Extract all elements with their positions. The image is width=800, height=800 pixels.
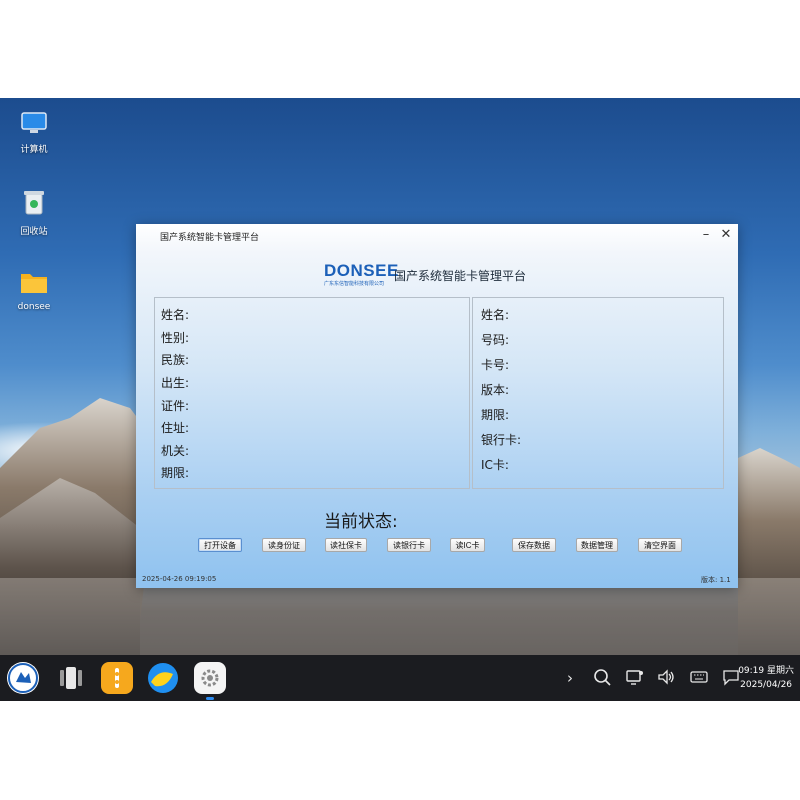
browser-button[interactable] [147,662,179,694]
card-field-version: 版本: [481,383,510,397]
desktop-icon-donsee[interactable]: donsee [4,270,64,312]
file-manager-icon [115,668,119,688]
id-field-name: 姓名: [161,308,190,322]
timestamp: 2025-04-26 09:19:05 [142,575,217,583]
id-field-validity: 期限: [161,466,190,480]
folder-icon [21,274,47,293]
open-device-button[interactable]: 打开设备 [198,538,242,552]
status-label: 当前状态: [324,512,398,532]
read-ic-card-button[interactable]: 读IC卡 [450,538,485,552]
launcher-button[interactable] [7,662,39,694]
card-field-number: 号码: [481,333,510,347]
multitask-icon [60,667,82,689]
clock-time: 09:19 星期六 [738,666,794,676]
id-field-ethnicity: 民族: [161,353,190,367]
desktop-icon-computer[interactable]: 计算机 [4,112,64,155]
id-field-authority: 机关: [161,444,190,458]
window-titlebar[interactable]: 国产系统智能卡管理平台 – ✕ [136,224,738,248]
minimize-button[interactable]: – [698,227,714,243]
desktop-icon-label: donsee [17,302,51,312]
settings-button[interactable] [194,662,226,694]
data-management-button[interactable]: 数据管理 [576,538,618,552]
window-title: 国产系统智能卡管理平台 [160,233,260,243]
id-field-number: 证件: [161,399,190,413]
volume-icon[interactable] [656,668,676,688]
active-app-indicator [206,697,214,700]
read-bank-card-button[interactable]: 读银行卡 [387,538,431,552]
app-heading: 国产系统智能卡管理平台 [394,269,527,283]
app-window: 国产系统智能卡管理平台 – ✕ DONSEE 广东东信智能科技有限公司 国产系统… [136,224,738,588]
card-field-bank-card: 银行卡: [481,433,522,447]
logo-subtitle: 广东东信智能科技有限公司 [324,281,385,287]
file-manager-button[interactable] [101,662,133,694]
id-card-panel: 姓名: 性别: 民族: 出生: 证件: 住址: 机关: 期限: [154,297,470,489]
clear-interface-button[interactable]: 清空界面 [638,538,682,552]
gear-icon [201,669,219,687]
card-field-ic-card: IC卡: [481,458,509,472]
multitask-view-button[interactable] [55,662,87,694]
read-social-security-card-button[interactable]: 读社保卡 [325,538,367,552]
card-field-card-no: 卡号: [481,358,510,372]
donsee-logo: DONSEE 广东东信智能科技有限公司 [324,261,399,290]
id-field-address: 住址: [161,421,190,435]
keyboard-icon[interactable] [689,668,709,688]
id-field-gender: 性别: [161,331,190,345]
id-field-birth: 出生: [161,376,190,390]
logo-mark: DONSEE [324,261,399,280]
card-field-validity: 期限: [481,408,510,422]
card-info-panel: 姓名: 号码: 卡号: 版本: 期限: 银行卡: IC卡: [472,297,724,489]
save-data-button[interactable]: 保存数据 [512,538,556,552]
trash-icon [24,191,44,215]
computer-icon [21,112,47,133]
desktop-icon-recycle-bin[interactable]: 回收站 [4,188,64,237]
taskbar: › 09:19 星期六 2025/04/26 [0,655,800,701]
read-id-card-button[interactable]: 读身份证 [262,538,306,552]
desktop-icon-label: 计算机 [20,145,48,155]
browser-icon [148,663,178,693]
clock-date: 2025/04/26 [740,680,793,690]
desktop-icon-label: 回收站 [20,227,48,237]
monitor-icon[interactable] [625,668,645,688]
clock[interactable]: 09:19 星期六 2025/04/26 [738,664,794,692]
version-label: 版本: 1.1 [701,576,731,584]
search-icon[interactable] [592,668,612,688]
chevron-right-icon[interactable]: › [560,668,580,688]
card-field-name: 姓名: [481,308,510,322]
launcher-icon [8,663,38,693]
close-button[interactable]: ✕ [718,227,734,243]
